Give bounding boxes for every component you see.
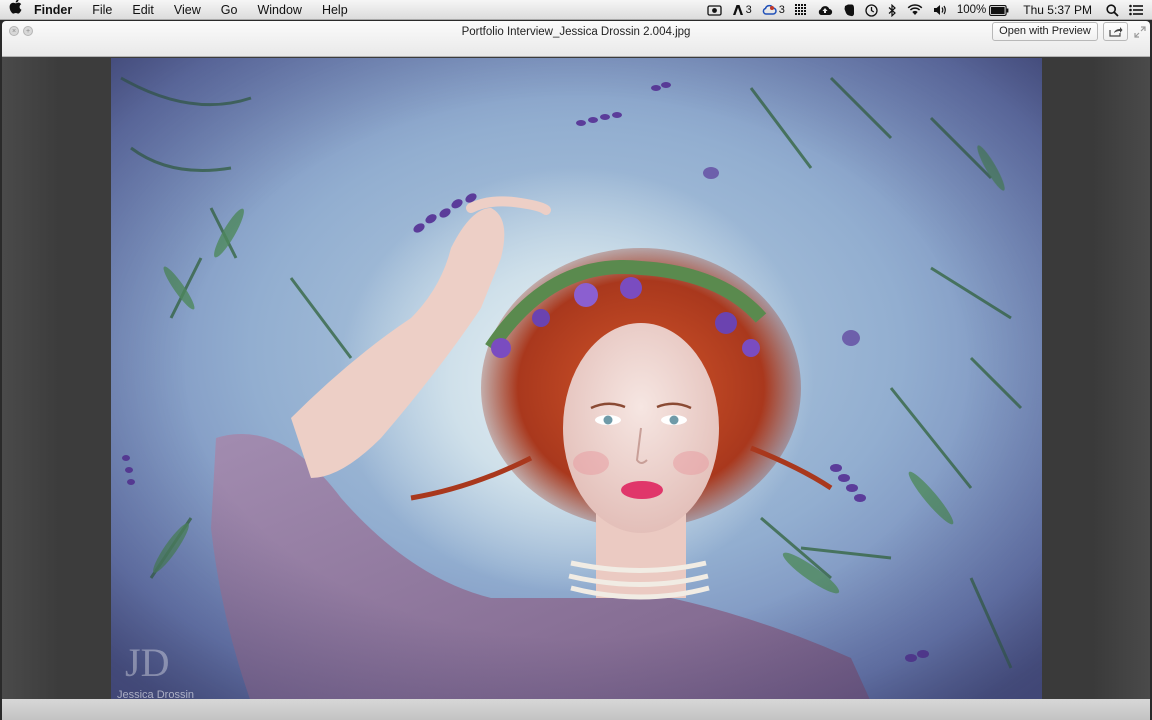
wifi-icon[interactable] bbox=[902, 0, 928, 20]
menu-help[interactable]: Help bbox=[312, 0, 358, 20]
bluetooth-icon[interactable] bbox=[883, 0, 902, 20]
window-title-bar: × + Portfolio Interview_Jessica Drossin … bbox=[2, 21, 1150, 57]
creative-cloud-icon bbox=[762, 4, 777, 15]
notification-center-icon[interactable] bbox=[1124, 0, 1152, 20]
cloud-upload-icon[interactable] bbox=[812, 0, 838, 20]
battery-percent: 100% bbox=[956, 4, 987, 16]
watermark-monogram: JD bbox=[125, 640, 169, 685]
menubar-clock[interactable]: Thu 5:37 PM bbox=[1014, 0, 1101, 20]
window-title: Portfolio Interview_Jessica Drossin 2.00… bbox=[461, 26, 691, 38]
menu-bar: Finder File Edit View Go Window Help 3 3 bbox=[0, 0, 1152, 20]
share-button[interactable] bbox=[1103, 22, 1128, 41]
adobe-icon bbox=[732, 5, 743, 15]
menu-file[interactable]: File bbox=[82, 0, 122, 20]
window-bottom-bar bbox=[2, 699, 1150, 720]
menu-edit[interactable]: Edit bbox=[122, 0, 164, 20]
menu-window[interactable]: Window bbox=[247, 0, 311, 20]
camera-icon[interactable] bbox=[702, 0, 727, 20]
volume-icon[interactable] bbox=[928, 0, 952, 20]
creative-cloud-count: 3 bbox=[778, 4, 785, 16]
battery-status[interactable]: 100% bbox=[952, 0, 1014, 20]
apple-menu-icon[interactable] bbox=[0, 0, 30, 20]
quick-look-window: × + Portfolio Interview_Jessica Drossin … bbox=[2, 21, 1150, 720]
portrait-illustration: JD Jessica Drossin bbox=[111, 58, 1042, 702]
portrait-photo[interactable]: JD Jessica Drossin bbox=[111, 58, 1042, 702]
grid-icon[interactable] bbox=[790, 0, 812, 20]
status-menus: 3 3 100% Thu 5:37 PM bbox=[702, 0, 1152, 20]
fullscreen-icon[interactable] bbox=[1133, 25, 1147, 39]
spotlight-icon[interactable] bbox=[1101, 0, 1124, 20]
creative-cloud-status[interactable]: 3 bbox=[757, 0, 790, 20]
clock-icon[interactable] bbox=[860, 0, 883, 20]
menu-view[interactable]: View bbox=[164, 0, 211, 20]
adobe-status[interactable]: 3 bbox=[727, 0, 757, 20]
open-with-preview-button[interactable]: Open with Preview bbox=[992, 22, 1098, 41]
share-icon bbox=[1108, 27, 1122, 37]
adobe-count: 3 bbox=[745, 4, 752, 16]
battery-icon bbox=[989, 4, 1009, 16]
evernote-icon[interactable] bbox=[838, 0, 860, 20]
menu-finder[interactable]: Finder bbox=[30, 0, 82, 20]
menu-go[interactable]: Go bbox=[211, 0, 248, 20]
preview-area: JD Jessica Drossin bbox=[2, 57, 1150, 720]
